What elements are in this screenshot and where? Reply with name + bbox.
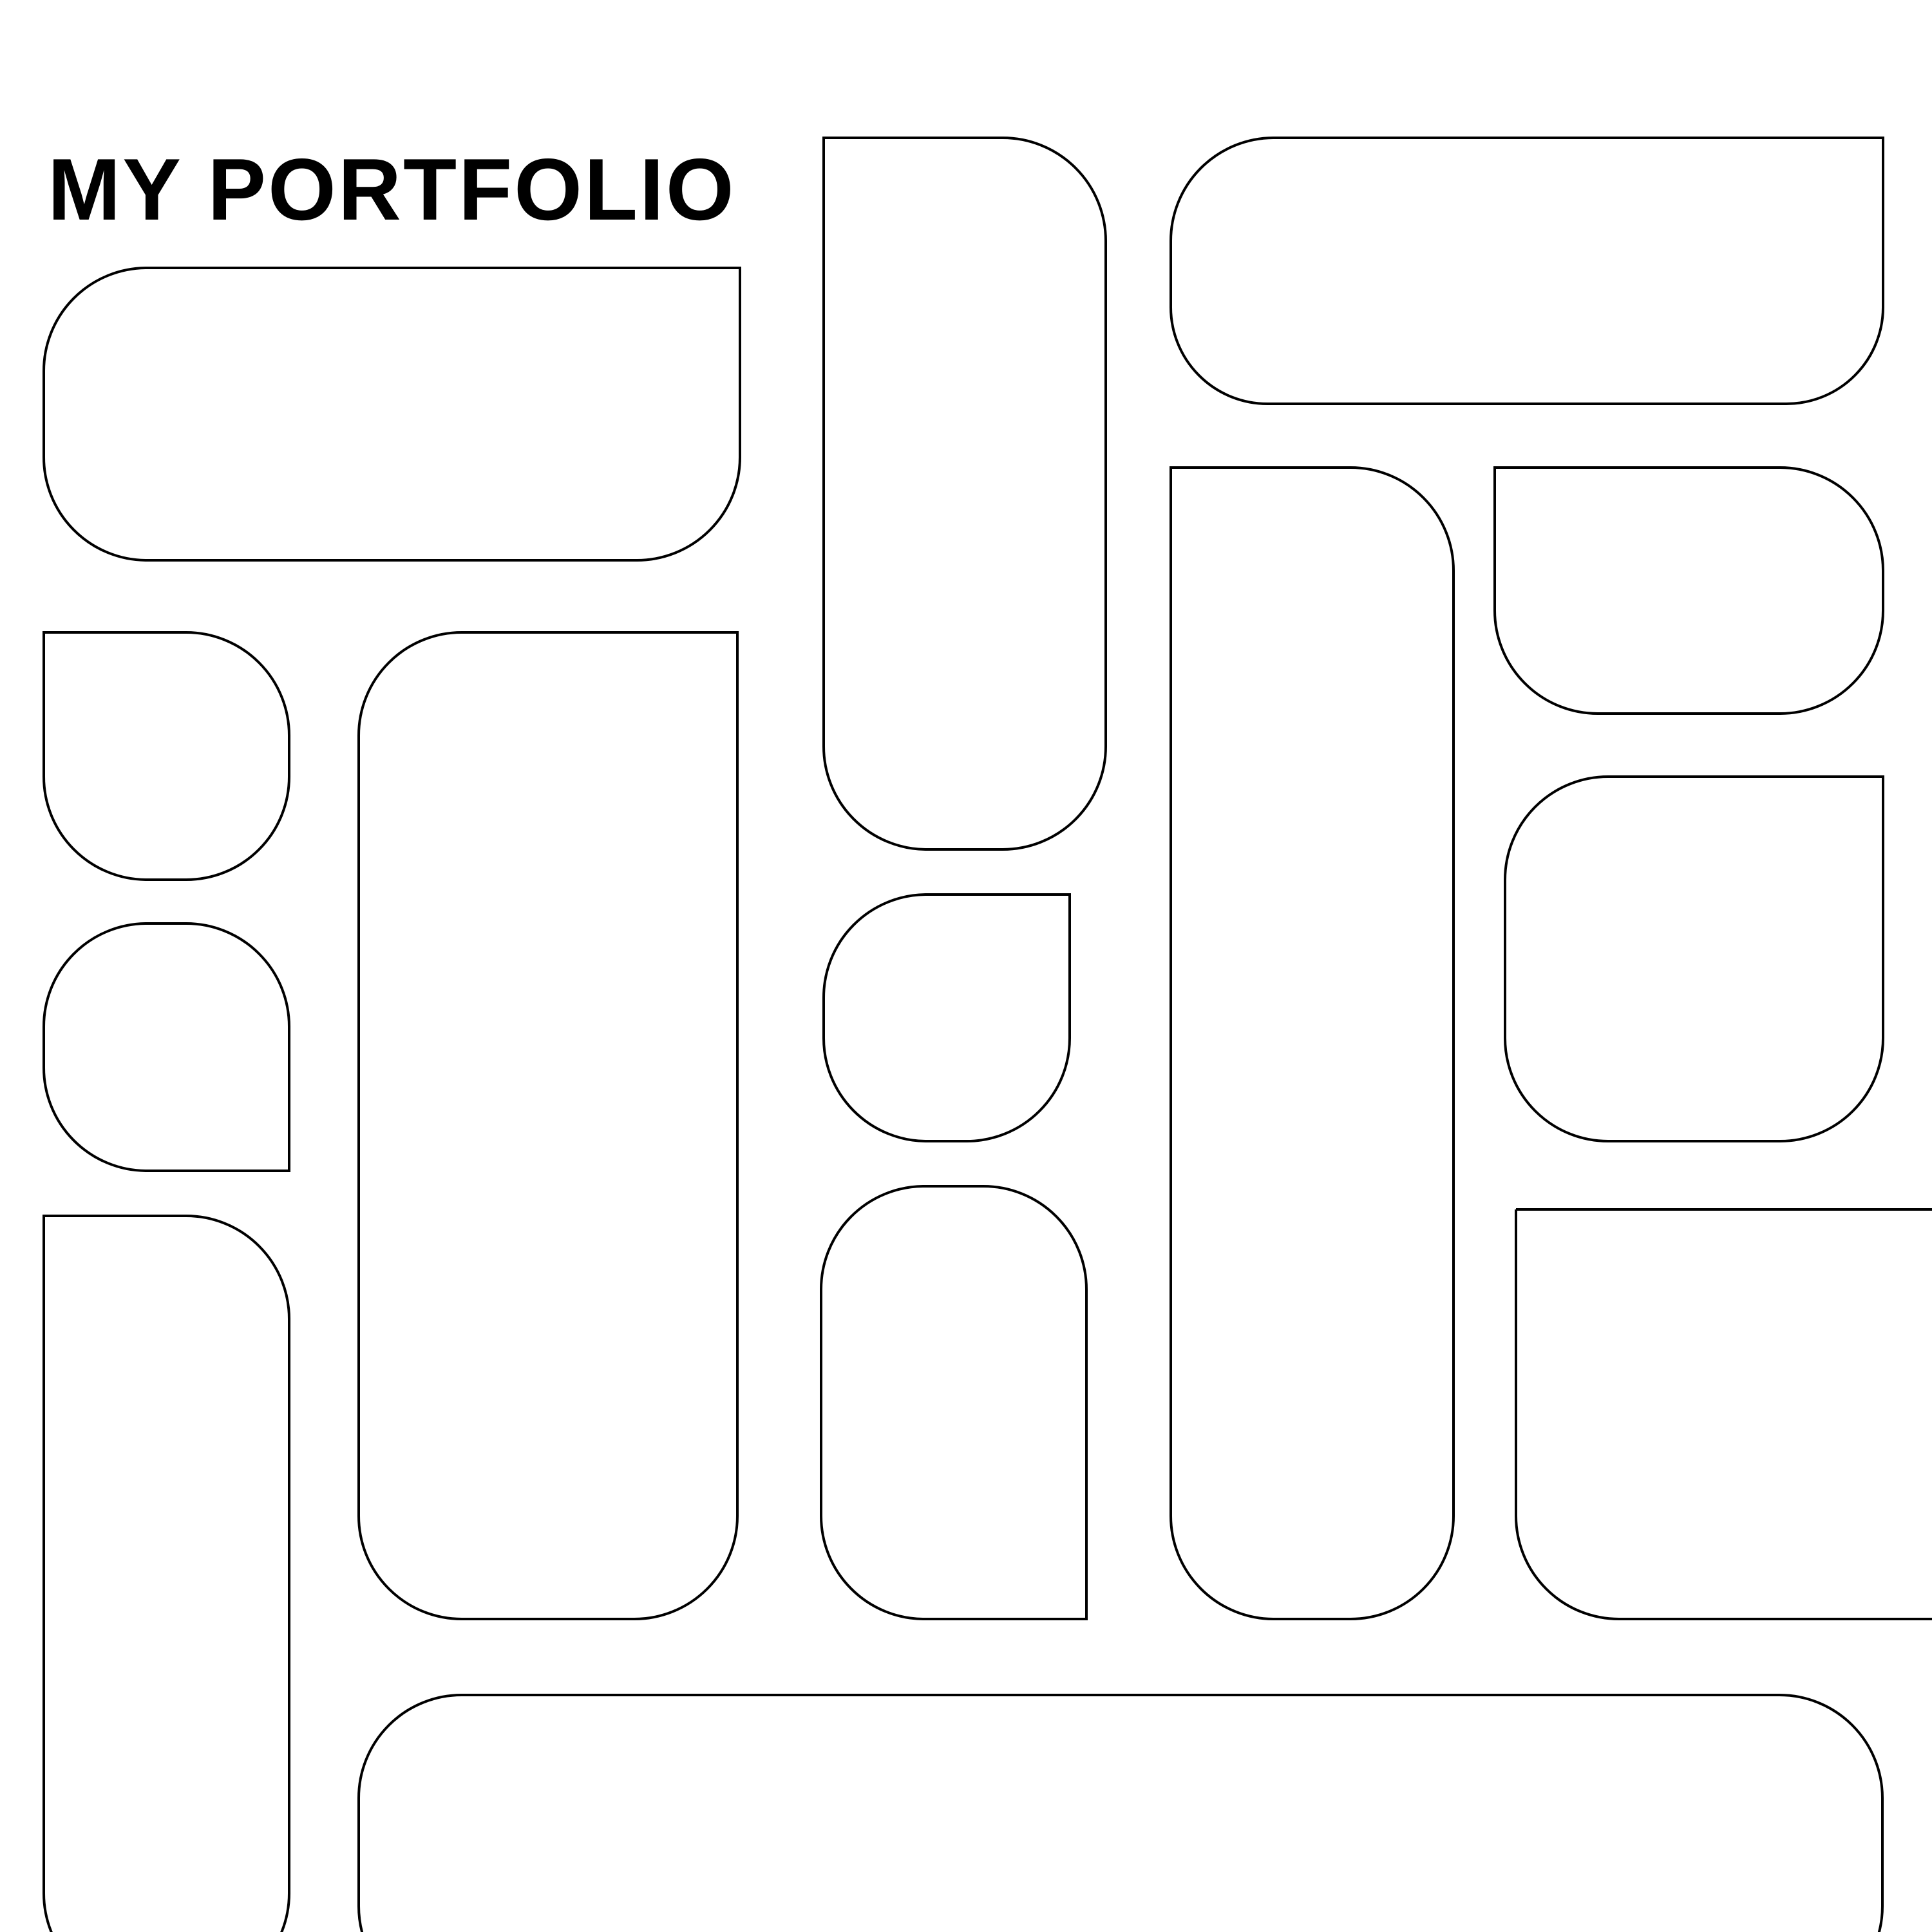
portfolio-frame-11[interactable] bbox=[1170, 466, 1455, 1620]
portfolio-frame-12[interactable] bbox=[1493, 466, 1884, 715]
portfolio-frame-grid bbox=[43, 137, 1932, 1932]
portfolio-frame-4[interactable] bbox=[43, 1215, 290, 1932]
portfolio-frame-7[interactable] bbox=[822, 137, 1107, 851]
portfolio-frame-14[interactable] bbox=[1515, 1208, 1932, 1620]
portfolio-frame-1[interactable] bbox=[43, 267, 741, 562]
portfolio-frame-13[interactable] bbox=[1504, 775, 1884, 1142]
portfolio-frame-8[interactable] bbox=[822, 893, 1071, 1142]
portfolio-frame-3[interactable] bbox=[43, 922, 290, 1172]
portfolio-frame-6[interactable] bbox=[357, 1694, 1884, 1932]
portfolio-frame-9[interactable] bbox=[820, 1185, 1088, 1620]
portfolio-frame-2[interactable] bbox=[43, 631, 290, 881]
portfolio-frame-5[interactable] bbox=[357, 631, 739, 1620]
portfolio-frame-10[interactable] bbox=[1169, 137, 1885, 406]
